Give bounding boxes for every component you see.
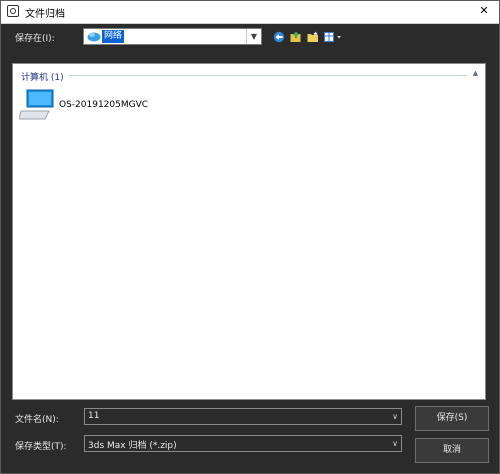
list-item[interactable]: OS-20191205MGVC (19, 89, 179, 123)
group-divider (69, 75, 467, 76)
filetype-value: 3ds Max 归档 (*.zip) (88, 441, 177, 451)
chevron-down-icon[interactable]: ∨ (392, 437, 398, 450)
title-bar: 文件归档 ✕ (1, 1, 499, 24)
file-list-view[interactable]: 计算机 (1) ▲ OS-20191205MGVC (12, 63, 486, 400)
filename-label: 文件名(N): (15, 415, 59, 425)
back-globe-icon[interactable] (273, 31, 285, 43)
collapse-chevron-icon[interactable]: ▲ (471, 69, 480, 78)
computer-icon (19, 89, 54, 120)
filename-value: 11 (88, 411, 100, 421)
window-title: 文件归档 (25, 9, 65, 20)
location-label: 保存在(I): (15, 34, 55, 44)
location-dropdown[interactable]: 网络 ▼ (83, 28, 262, 45)
save-archive-dialog: 文件归档 ✕ 保存在(I): 网络 ▼ 计算机 (1) ▲ OS-2019120… (0, 0, 500, 474)
cancel-button[interactable]: 取消 (415, 438, 489, 463)
list-item-label: OS-20191205MGVC (59, 100, 149, 110)
group-header-computer[interactable]: 计算机 (1) (21, 70, 64, 83)
filename-input[interactable]: 11 ∨ (84, 408, 402, 425)
new-folder-icon[interactable] (307, 31, 319, 43)
close-button[interactable]: ✕ (477, 4, 491, 18)
view-menu-icon[interactable] (324, 31, 344, 43)
chevron-down-icon[interactable]: ∨ (392, 410, 398, 423)
save-button[interactable]: 保存(S) (415, 406, 489, 431)
up-folder-icon[interactable] (290, 31, 302, 43)
chevron-down-icon[interactable]: ▼ (246, 29, 261, 44)
app-icon (7, 5, 19, 17)
location-value: 网络 (102, 30, 125, 43)
filetype-label: 保存类型(T): (15, 442, 67, 452)
network-icon (87, 32, 101, 42)
filetype-select[interactable]: 3ds Max 归档 (*.zip) ∨ (84, 435, 402, 452)
